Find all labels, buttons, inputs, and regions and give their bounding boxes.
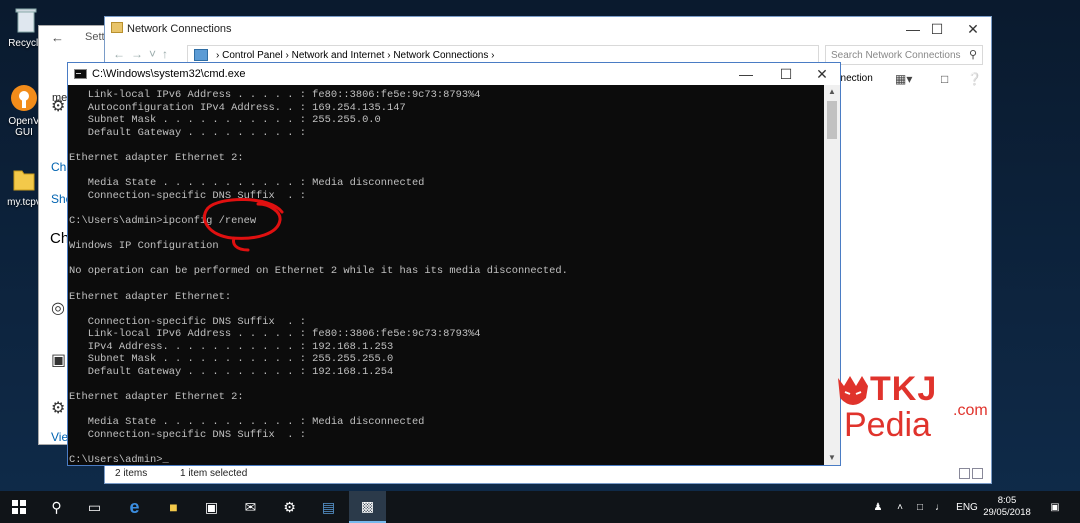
cmd-minimize-button[interactable]: — [724, 63, 768, 85]
console-line: Media State . . . . . . . . . . . : Medi… [69, 177, 425, 190]
scroll-up-icon[interactable]: ▲ [824, 85, 840, 99]
console-line: Ethernet adapter Ethernet 2: [69, 151, 244, 164]
watermark-brand: TKJ [870, 370, 938, 408]
search-input[interactable]: Search Network Connections ⚲ [825, 45, 983, 65]
search-placeholder: Search Network Connections [831, 50, 961, 61]
console-line: No operation can be performed on Etherne… [69, 265, 568, 278]
volume-icon[interactable]: ♩ [932, 491, 948, 523]
folder-icon [8, 163, 40, 195]
console-line: Ethernet adapter Ethernet: [69, 290, 232, 303]
breadcrumb-separator-icon: › [491, 50, 495, 61]
nav-arrows-icon[interactable]: ←→˅↑ [113, 47, 174, 61]
console-line: Autoconfiguration IPv4 Address. . : 169.… [69, 101, 406, 114]
settings-link-view[interactable]: Vie [51, 430, 68, 444]
windows-logo-icon [11, 500, 26, 514]
clock-date: 29/05/2018 [983, 507, 1031, 518]
notification-icon[interactable]: ▣ [1042, 491, 1068, 523]
taskbar: ⚲ ▭ e ■ ▣ ✉ ⚙ ▤ ▩ ♟ ˄ □ ♩ ENG 8:05 29/05… [0, 491, 1080, 523]
console-line: Connection-specific DNS Suffix . : [69, 429, 306, 442]
watermark-logo: TKJ .com Pedia [836, 370, 1006, 450]
language-indicator[interactable]: ENG [954, 491, 980, 523]
cmd-taskbar-icon[interactable]: ▩ [349, 491, 386, 523]
details-view-icon[interactable] [959, 468, 970, 479]
search-icon: ⚲ [968, 49, 977, 61]
breadcrumb-network-connections[interactable]: Network Connections [393, 50, 488, 61]
clock[interactable]: 8:05 29/05/2018 [982, 495, 1032, 519]
console-line: Link-local IPv6 Address . . . . . : fe80… [69, 89, 481, 101]
console-line: Link-local IPv6 Address . . . . . : fe80… [69, 328, 481, 341]
explorer-title: Network Connections [127, 23, 232, 35]
console-line: C:\Users\admin>_ [69, 454, 169, 465]
cmd-titlebar[interactable]: C:\Windows\system32\cmd.exe — ☐ ✕ [68, 63, 840, 85]
help-icon[interactable]: ❔ [967, 72, 982, 86]
preview-pane-icon[interactable]: □ [941, 72, 948, 86]
console-line: Default Gateway . . . . . . . . . : 192.… [69, 366, 394, 379]
cmd-title: C:\Windows\system32\cmd.exe [92, 68, 246, 80]
console-line: Media State . . . . . . . . . . . : Medi… [69, 416, 425, 429]
breadcrumb-network-internet[interactable]: Network and Internet [292, 50, 385, 61]
scroll-thumb[interactable] [827, 101, 837, 139]
settings-partial-text: me [52, 92, 68, 104]
explorer-titlebar[interactable]: Network Connections — ☐ ✕ [105, 17, 991, 41]
explorer-statusbar: 2 items 1 item selected [105, 465, 991, 483]
scroll-down-icon[interactable]: ▼ [824, 451, 840, 465]
status-selected: 1 item selected [180, 468, 248, 479]
network-tray-icon[interactable]: □ [912, 491, 928, 523]
edge-browser-icon[interactable]: e [116, 491, 153, 523]
settings-gear-icon[interactable]: ⚙ [271, 491, 308, 523]
search-icon[interactable]: ⚲ [38, 491, 75, 523]
cmd-window: C:\Windows\system32\cmd.exe — ☐ ✕ Link-l… [67, 62, 841, 466]
console-line: IPv4 Address. . . . . . . . . . . : 192.… [69, 340, 394, 353]
console-line: Ethernet adapter Ethernet 2: [69, 391, 244, 404]
breadcrumb-control-panel[interactable]: Control Panel [222, 50, 283, 61]
watermark-tld: .com [953, 402, 988, 419]
console-icon [74, 69, 87, 79]
status-item-count: 2 items [115, 468, 148, 479]
network-connections-icon[interactable]: ▤ [310, 491, 347, 523]
watermark-sub: Pedia [844, 406, 931, 444]
console-output[interactable]: Link-local IPv6 Address . . . . . : fe80… [68, 85, 826, 465]
console-line: Windows IP Configuration [69, 240, 219, 253]
control-panel-icon [194, 49, 208, 61]
clock-time: 8:05 [997, 495, 1017, 506]
console-line: Subnet Mask . . . . . . . . . . . : 255.… [69, 114, 381, 127]
close-button[interactable]: ✕ [951, 17, 995, 41]
console-line: C:\Users\admin>ipconfig /renew [69, 214, 257, 227]
cmd-close-button[interactable]: ✕ [800, 63, 844, 85]
store-icon[interactable]: ▣ [193, 491, 230, 523]
large-icons-view-icon[interactable] [972, 468, 983, 479]
task-view-icon[interactable]: ▭ [76, 491, 113, 523]
view-options-icon[interactable]: ▦▾ [895, 72, 912, 86]
console-line: Connection-specific DNS Suffix . : [69, 189, 306, 202]
mail-icon[interactable]: ✉ [232, 491, 269, 523]
file-explorer-icon[interactable]: ■ [155, 491, 192, 523]
tray-chevron-icon[interactable]: ˄ [892, 491, 908, 523]
console-line: Subnet Mask . . . . . . . . . . . : 255.… [69, 353, 394, 366]
console-line: Connection-specific DNS Suffix . : [69, 315, 306, 328]
back-arrow-icon[interactable]: ← [51, 30, 64, 45]
people-icon[interactable]: ♟ [868, 491, 888, 523]
view-toggle[interactable] [957, 468, 985, 480]
openvpn-icon [8, 82, 40, 114]
console-line: Default Gateway . . . . . . . . . : [69, 126, 306, 139]
network-folder-icon [111, 22, 123, 33]
start-button[interactable] [0, 491, 37, 523]
